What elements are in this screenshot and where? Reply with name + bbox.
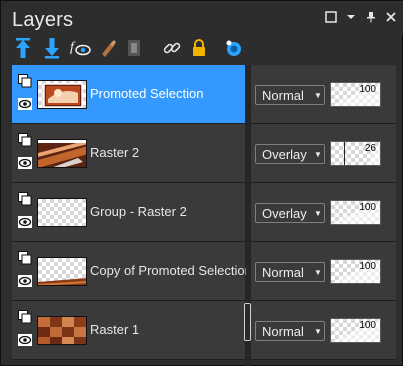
blend-mode-select[interactable]: Overlay ▼ [255,144,325,164]
layer-row-raster-1[interactable]: Raster 1 Normal ▼ 100 [12,301,396,360]
layer-thumbnail [37,316,87,345]
opacity-value: 100 [359,84,376,95]
move-layer-up-icon[interactable] [12,37,34,59]
opacity-slider[interactable]: 100 [330,82,381,107]
opacity-slider[interactable]: 100 [330,200,381,225]
layer-row-promoted-selection[interactable]: Promoted Selection Normal ▼ 100 [12,65,396,124]
dropdown-arrow-icon: ▼ [314,267,322,277]
layers-panel: Layers f Promoted Selection Normal ▼ 100… [0,0,403,366]
pin-icon[interactable] [364,10,378,24]
layer-visibility-icon[interactable]: f [69,37,91,59]
edit-brush-icon[interactable] [97,37,119,59]
layer-name: Promoted Selection [90,86,204,101]
layer-row-group-raster-2[interactable]: Group - Raster 2 Overlay ▼ 100 [12,183,396,242]
layer-name: Group - Raster 2 [90,204,187,219]
blend-mode-value: Overlay [262,205,307,221]
panel-titlebar: Layers [1,1,403,35]
opacity-value: 100 [359,261,376,272]
lock-icon[interactable] [188,37,210,59]
splitter-handle[interactable] [244,303,251,341]
visibility-eye-icon[interactable] [18,98,32,110]
dropdown-arrow-icon: ▼ [314,208,322,218]
dropdown-arrow-icon: ▼ [314,90,322,100]
visibility-eye-icon[interactable] [18,157,32,169]
dropdown-icon[interactable] [344,10,358,24]
opacity-value: 100 [359,320,376,331]
title-buttons [324,10,398,24]
layer-row-left[interactable]: Promoted Selection [12,65,245,124]
visibility-eye-icon[interactable] [18,334,32,346]
layer-name: Raster 2 [90,145,140,160]
layer-row-left[interactable]: Raster 2 [12,124,245,183]
blend-mode-select[interactable]: Normal ▼ [255,321,325,341]
layer-row-right: Normal ▼ 100 [251,242,396,301]
blend-mode-select[interactable]: Normal ▼ [255,85,325,105]
layer-row-left[interactable]: Group - Raster 2 [12,183,245,242]
blend-mode-value: Normal [262,323,304,339]
opacity-marker [344,142,345,165]
opacity-slider[interactable]: 100 [330,318,381,343]
panel-title: Layers [12,9,74,31]
dropdown-arrow-icon: ▼ [314,149,322,159]
dropdown-arrow-icon: ▼ [314,326,322,336]
opacity-slider[interactable]: 100 [330,259,381,284]
blend-mode-value: Normal [262,264,304,280]
layers-toolbar: f [1,35,403,63]
visibility-eye-icon[interactable] [18,216,32,228]
layer-group-icon[interactable] [18,310,32,324]
layer-row-right: Overlay ▼ 26 [251,124,396,183]
blend-mode-select[interactable]: Overlay ▼ [255,203,325,223]
layers-list: Promoted Selection Normal ▼ 100 Raster 2… [12,65,396,366]
layer-name: Copy of Promoted Selection [90,263,246,278]
layer-thumbnail [37,139,87,168]
close-icon[interactable] [384,10,398,24]
blend-mode-value: Normal [262,87,304,103]
layer-thumbnail [37,198,87,227]
layer-row-copy-of-promoted-selection[interactable]: Copy of Promoted Selection Normal ▼ 100 [12,242,396,301]
link-icon[interactable] [161,37,183,59]
opacity-slider[interactable]: 26 [330,141,381,166]
layer-row-right: Normal ▼ 100 [251,301,396,360]
layer-group-icon[interactable] [18,251,32,265]
mask-icon[interactable] [123,37,145,59]
layer-thumbnail [37,257,87,286]
opacity-value: 100 [359,202,376,213]
visibility-eye-icon[interactable] [18,275,32,287]
svg-text:f: f [70,40,76,55]
opacity-value: 26 [364,143,376,154]
panel-menu-icon[interactable] [324,10,338,24]
layer-row-left[interactable]: Copy of Promoted Selection [12,242,246,301]
layer-name: Raster 1 [90,322,140,337]
layer-row-right: Overlay ▼ 100 [251,183,396,242]
color-picker-icon[interactable] [223,37,245,59]
blend-mode-select[interactable]: Normal ▼ [255,262,325,282]
layer-group-icon[interactable] [18,74,32,88]
layer-row-left[interactable]: Raster 1 [12,301,245,360]
move-layer-down-icon[interactable] [41,37,63,59]
blend-mode-value: Overlay [262,146,307,162]
layer-thumbnail [37,80,87,109]
layer-row-right: Normal ▼ 100 [251,65,396,124]
layer-group-icon[interactable] [18,133,32,147]
layer-group-icon[interactable] [18,192,32,206]
layer-row-raster-2[interactable]: Raster 2 Overlay ▼ 26 [12,124,396,183]
